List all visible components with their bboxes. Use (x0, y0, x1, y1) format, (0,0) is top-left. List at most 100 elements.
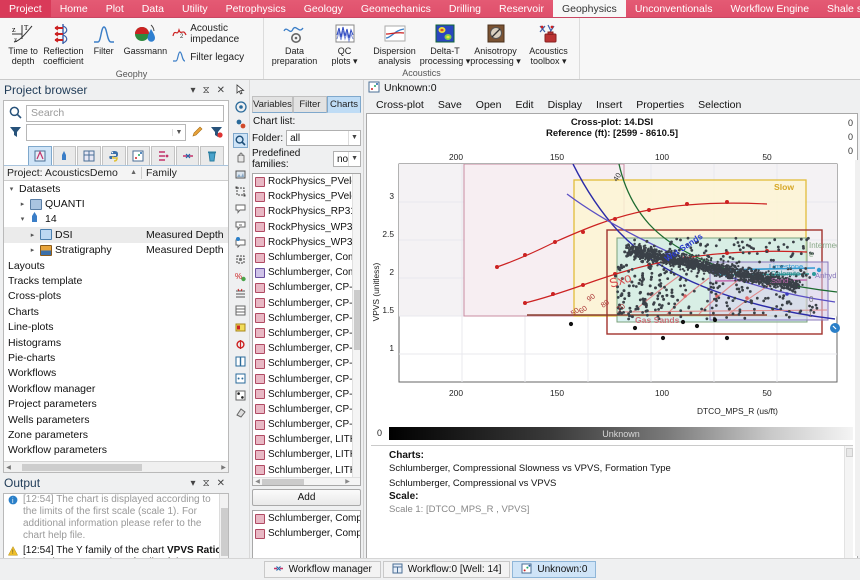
scroll-thumb[interactable] (22, 464, 142, 471)
tree-row-stratigraphy[interactable]: ▸ Stratigraphy Measured Depth (4, 243, 228, 258)
list-item[interactable]: Schlumberger, Compre (253, 265, 360, 280)
list-item[interactable]: Schlumberger, LITH-1 (253, 432, 360, 447)
pb-tab-shift[interactable] (176, 146, 200, 165)
clear-filter-icon[interactable] (209, 125, 224, 141)
ribbon-tab-petrophysics[interactable]: Petrophysics (217, 0, 295, 17)
menu-insert[interactable]: Insert (590, 99, 628, 111)
status-workflow-0[interactable]: Workflow:0 [Well: 14] (383, 561, 511, 578)
tree-header-project[interactable]: Project: AcousticsDemo ▲ (4, 167, 142, 179)
ribbon-tab-geomechanics[interactable]: Geomechanics (352, 0, 440, 17)
marker-icon[interactable] (233, 337, 248, 352)
ribbon-tab-workflow-engine[interactable]: Workflow Engine (721, 0, 818, 17)
ribbon-button-filter[interactable]: Filter (85, 20, 123, 56)
tree-row-workflow-manager[interactable]: Workflow manager (4, 381, 228, 396)
scroll-left-icon[interactable]: ◀ (253, 478, 262, 486)
project-tree-hscrollbar[interactable]: ◀ ▶ (4, 461, 228, 472)
color-picker-icon[interactable] (233, 116, 248, 131)
tree-row-charts[interactable]: Charts (4, 304, 228, 319)
output-pin-icon[interactable]: ⧖ (203, 478, 210, 489)
list-item[interactable]: RockPhysics_WP311_G (253, 235, 360, 250)
ribbon-button-anisotropy-processing[interactable]: Anisotropy processing ▾ (469, 20, 522, 66)
select-box-icon[interactable] (233, 184, 248, 199)
menu-edit[interactable]: Edit (509, 99, 539, 111)
list-item[interactable]: RockPhysics_WP311_G (253, 220, 360, 235)
dice-icon[interactable] (233, 371, 248, 386)
ribbon-tab-utility[interactable]: Utility (173, 0, 217, 17)
ribbon-button-data-preparation[interactable]: Data preparation (268, 20, 321, 66)
list-item[interactable]: Schlumberger, Compress (253, 511, 360, 526)
list-item[interactable]: Schlumberger, CP-24, (253, 356, 360, 371)
tree-row-tracks-template[interactable]: Tracks template (4, 273, 228, 288)
tab-variables[interactable]: Variables (252, 96, 293, 113)
menu-selection[interactable]: Selection (692, 99, 747, 111)
chart-canvas[interactable]: Cross-plot: 14.DSI Reference (ft): [2599… (366, 113, 858, 576)
pb-tab-tables[interactable] (77, 146, 101, 165)
list-item[interactable]: Schlumberger, CP-2a, (253, 387, 360, 402)
scroll-thumb[interactable] (262, 479, 304, 485)
chart-list-vscrollbar[interactable] (352, 174, 360, 485)
tree-expander[interactable]: ▸ (28, 246, 37, 254)
tree-row-dsi[interactable]: ▸ DSI Measured Depth (4, 227, 228, 242)
tree-expander[interactable]: ▾ (18, 215, 27, 223)
ribbon-tab-drilling[interactable]: Drilling (440, 0, 490, 17)
grid-icon[interactable] (233, 286, 248, 301)
scroll-right-icon[interactable]: ▶ (219, 464, 228, 471)
magnifier-icon[interactable] (233, 133, 248, 148)
folder-combo[interactable]: all ▼ (286, 130, 361, 146)
eraser-icon[interactable] (233, 405, 248, 420)
tree-header-family[interactable]: Family (142, 167, 228, 179)
zoom-region-icon[interactable] (233, 99, 248, 114)
ribbon-button-gassmann[interactable]: Gassmann (123, 20, 169, 56)
filter-combo[interactable]: ▼ (26, 124, 186, 141)
ribbon-tab-geophysics[interactable]: Geophysics (553, 0, 626, 17)
output-dropdown-icon[interactable]: ▾ (191, 478, 196, 489)
list-item[interactable]: RockPhysics_RP311_GC (253, 204, 360, 219)
percent-icon[interactable]: % (233, 269, 248, 284)
tree-row-line-plots[interactable]: Line-plots (4, 320, 228, 335)
scroll-thumb[interactable] (846, 448, 853, 457)
list-item[interactable]: Schlumberger, Compress (253, 526, 360, 541)
list-item[interactable]: Schlumberger, CP-1c & (253, 311, 360, 326)
scroll-thumb[interactable] (221, 508, 228, 556)
chart-list-hscrollbar[interactable]: ◀ ▶ (253, 477, 360, 485)
list-item[interactable]: Schlumberger, CP-2b, (253, 402, 360, 417)
list-item[interactable]: Schlumberger, CP-1b, (253, 296, 360, 311)
tree-expander[interactable]: ▾ (7, 185, 16, 193)
ribbon-tab-geology[interactable]: Geology (295, 0, 352, 17)
status-workflow-manager[interactable]: Workflow manager (264, 561, 381, 578)
pb-tab-workflows[interactable] (151, 146, 175, 165)
list-item[interactable]: Schlumberger, Compre (253, 250, 360, 265)
list-item[interactable]: Schlumberger, CP-23, (253, 341, 360, 356)
crossplot-svg[interactable]: Unconsolidated Sediments Slow Intermed e… (367, 142, 853, 422)
list-item[interactable]: Schlumberger, LITH-1 (253, 447, 360, 462)
tree-row-datasets[interactable]: ▾ Datasets (4, 181, 228, 196)
output-close-icon[interactable]: ✕ (217, 478, 225, 489)
tree-row-quanti[interactable]: ▸ QUANTI (4, 196, 228, 211)
menu-save[interactable]: Save (432, 99, 468, 111)
ribbon-button-time-to-depth[interactable]: z z T Time to depth (4, 20, 42, 66)
pb-tab-python[interactable] (102, 146, 126, 165)
add-button[interactable]: Add (252, 489, 361, 506)
tree-row-project-parameters[interactable]: Project parameters (4, 396, 228, 411)
list-item[interactable]: RockPhysics_PVelocity_ (253, 189, 360, 204)
tree-row-cross-plots[interactable]: Cross-plots (4, 289, 228, 304)
status-unknown-0[interactable]: Unknown:0 (512, 561, 596, 578)
ribbon-tab-shale-suite[interactable]: Shale suite (818, 0, 860, 17)
ribbon-tab-data[interactable]: Data (133, 0, 173, 17)
pointer-icon[interactable] (233, 82, 248, 97)
app-vertical-scrollbar[interactable] (855, 160, 860, 556)
tab-charts[interactable]: Charts (327, 96, 361, 113)
scroll-right-icon[interactable]: ▶ (343, 478, 352, 486)
ribbon-button-acoustic-impedance[interactable]: 2 Acoustic impedance (168, 21, 259, 47)
list-item[interactable]: Schlumberger, CP-2a, (253, 371, 360, 386)
scroll-left-icon[interactable]: ◀ (4, 464, 13, 471)
menu-cross-plot[interactable]: Cross-plot (370, 99, 430, 111)
project-browser-pin-icon[interactable]: ⧖ (203, 85, 210, 96)
pattern-icon[interactable] (233, 388, 248, 403)
ribbon-tab-unconventionals[interactable]: Unconventionals (626, 0, 722, 17)
tree-row-workflow-parameters[interactable]: Workflow parameters (4, 443, 228, 458)
project-browser-close-icon[interactable]: ✕ (217, 85, 225, 96)
tab-filter[interactable]: Filter (293, 96, 327, 113)
table-icon[interactable] (233, 303, 248, 318)
select-shape-icon[interactable] (233, 252, 248, 267)
